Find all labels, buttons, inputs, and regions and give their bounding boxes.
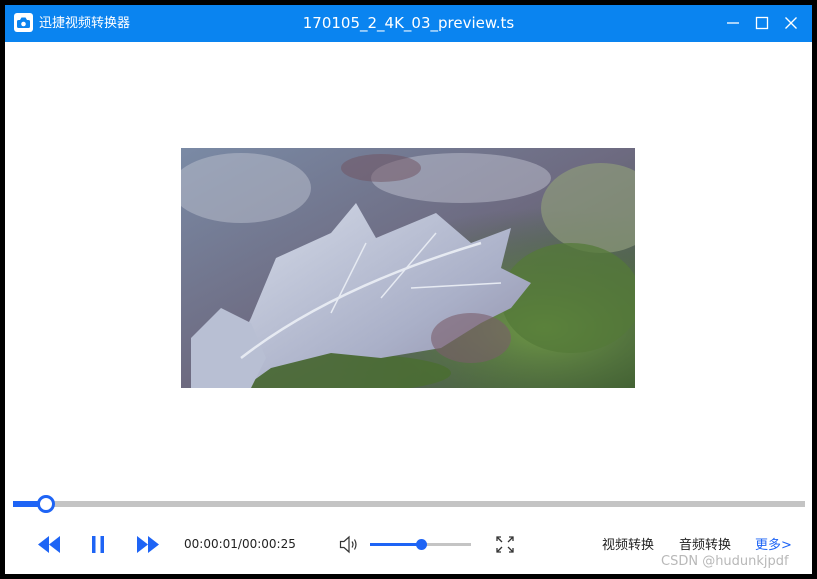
volume-handle[interactable] xyxy=(415,539,427,550)
maximize-icon xyxy=(755,16,769,30)
seek-handle[interactable] xyxy=(36,495,55,513)
volume-level xyxy=(370,543,421,546)
maximize-button[interactable] xyxy=(750,12,774,34)
rewind-button[interactable] xyxy=(38,536,60,553)
volume-button[interactable] xyxy=(339,535,359,554)
video-frame[interactable] xyxy=(181,148,635,388)
file-title: 170105_2_4K_03_preview.ts xyxy=(302,14,515,32)
speaker-icon xyxy=(339,535,357,554)
minimize-button[interactable] xyxy=(721,12,745,34)
more-button[interactable]: 更多> xyxy=(755,537,792,554)
fast-forward-button[interactable] xyxy=(137,536,159,553)
video-convert-button[interactable]: 视频转换 xyxy=(602,537,654,554)
pause-button[interactable] xyxy=(89,535,107,554)
watermark: CSDN @hudunkjpdf xyxy=(661,554,789,569)
minimize-icon xyxy=(727,22,739,24)
app-window: 迅捷视频转换器 170105_2_4K_03_preview.ts 00:00:… xyxy=(5,5,812,574)
volume-slider[interactable] xyxy=(370,539,471,550)
rewind-icon xyxy=(38,536,60,553)
close-icon xyxy=(785,17,797,29)
audio-convert-button[interactable]: 音频转换 xyxy=(679,537,731,554)
seek-bar[interactable] xyxy=(13,495,805,513)
fullscreen-button[interactable] xyxy=(496,536,514,553)
title-bar: 迅捷视频转换器 170105_2_4K_03_preview.ts xyxy=(5,5,812,42)
time-display: 00:00:01/00:00:25 xyxy=(184,537,296,551)
pause-icon xyxy=(92,536,104,553)
fullscreen-icon xyxy=(496,536,514,553)
fast-forward-icon xyxy=(137,536,159,553)
close-button[interactable] xyxy=(779,12,803,34)
